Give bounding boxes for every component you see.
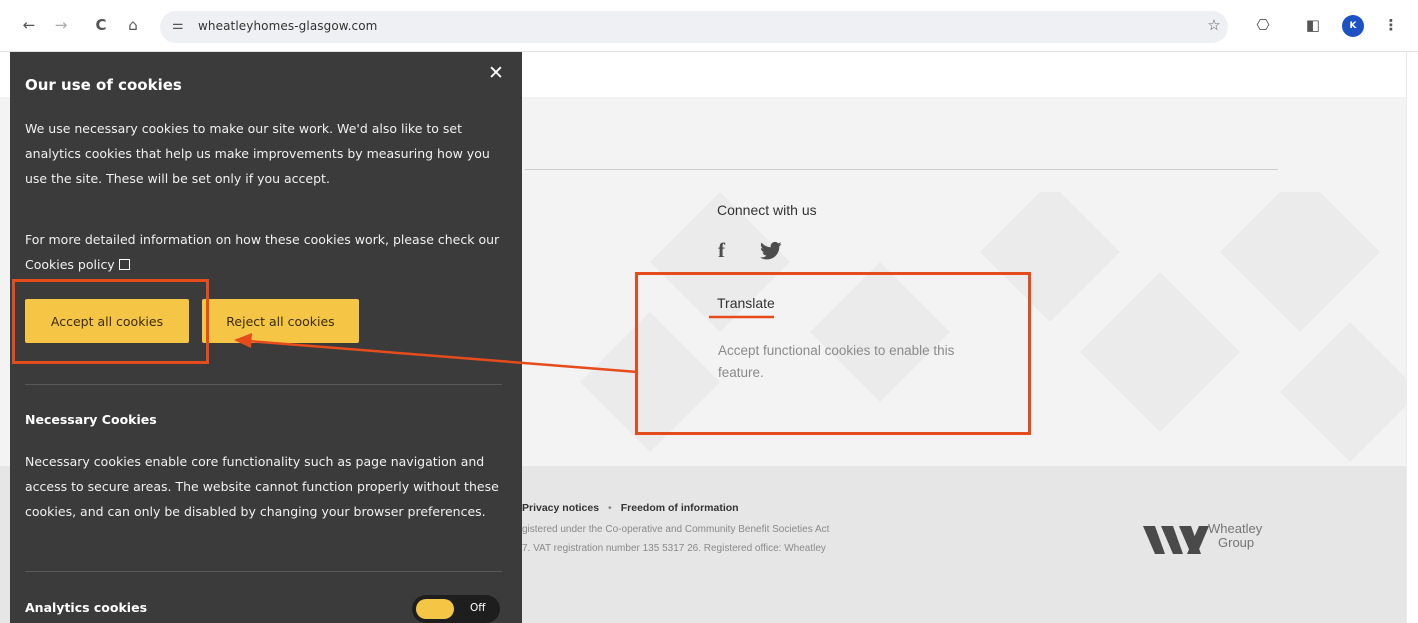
privacy-notices-link[interactable]: Privacy notices bbox=[522, 502, 599, 514]
toggle-knob bbox=[416, 599, 454, 619]
section-divider bbox=[525, 169, 1278, 170]
extensions-icon[interactable]: ⎔ bbox=[1252, 14, 1274, 36]
annotation-box-translate bbox=[635, 272, 1031, 435]
bookmark-star-icon[interactable]: ☆ bbox=[1203, 14, 1225, 36]
cookie-panel-title: Our use of cookies bbox=[25, 76, 182, 94]
cookie-intro-text: We use necessary cookies to make our sit… bbox=[25, 121, 490, 186]
analytics-cookies-toggle[interactable]: Off bbox=[412, 595, 500, 623]
forward-icon[interactable]: → bbox=[50, 14, 72, 36]
toggle-state-label: Off bbox=[470, 602, 486, 614]
analytics-cookies-heading: Analytics cookies bbox=[25, 600, 148, 615]
cookie-panel-divider bbox=[25, 384, 502, 385]
necessary-cookies-text: Necessary cookies enable core functional… bbox=[25, 454, 499, 519]
necessary-cookies-heading: Necessary Cookies bbox=[25, 412, 157, 427]
address-bar[interactable]: ⚌ wheatleyhomes-glasgow.com bbox=[160, 11, 1228, 43]
home-icon[interactable]: ⌂ bbox=[122, 14, 144, 36]
logo-text-line-2: Group bbox=[1218, 535, 1255, 550]
footer-link-separator: • bbox=[608, 502, 612, 514]
back-icon[interactable]: ← bbox=[18, 14, 40, 36]
footer-links: Privacy notices • Freedom of information bbox=[522, 502, 739, 514]
url-text: wheatleyhomes-glasgow.com bbox=[198, 19, 378, 33]
twitter-icon[interactable] bbox=[760, 240, 782, 262]
page-scrollbar[interactable] bbox=[1406, 52, 1418, 623]
browser-menu-icon[interactable]: ⋮ bbox=[1380, 14, 1402, 36]
facebook-icon[interactable]: f bbox=[718, 238, 725, 262]
footer-registration-line-1: gistered under the Co-operative and Comm… bbox=[522, 524, 830, 535]
browser-toolbar: ← → C ⌂ ⚌ wheatleyhomes-glasgow.com ☆ ⎔ … bbox=[0, 0, 1418, 52]
logo-text-line-1: Wheatley bbox=[1208, 521, 1263, 536]
connect-heading: Connect with us bbox=[717, 202, 817, 218]
close-icon[interactable]: ✕ bbox=[488, 62, 504, 84]
cookies-policy-link[interactable]: For more detailed information on how the… bbox=[25, 232, 499, 272]
reject-all-cookies-button[interactable]: Reject all cookies bbox=[202, 299, 359, 343]
external-link-icon bbox=[118, 259, 130, 270]
site-settings-icon[interactable]: ⚌ bbox=[172, 18, 184, 33]
reload-icon[interactable]: C bbox=[90, 14, 112, 36]
profile-avatar[interactable]: K bbox=[1342, 15, 1364, 37]
side-panel-icon[interactable]: ◧ bbox=[1302, 14, 1324, 36]
cookie-more-info: For more detailed information on how the… bbox=[25, 227, 510, 277]
annotation-box-accept bbox=[12, 279, 209, 364]
footer-registration-line-2: 7. VAT registration number 135 5317 26. … bbox=[522, 543, 826, 554]
cookie-panel-divider bbox=[25, 571, 502, 572]
logo-wordmark: Wheatley Group bbox=[1208, 522, 1262, 550]
freedom-of-information-link[interactable]: Freedom of information bbox=[621, 502, 739, 514]
